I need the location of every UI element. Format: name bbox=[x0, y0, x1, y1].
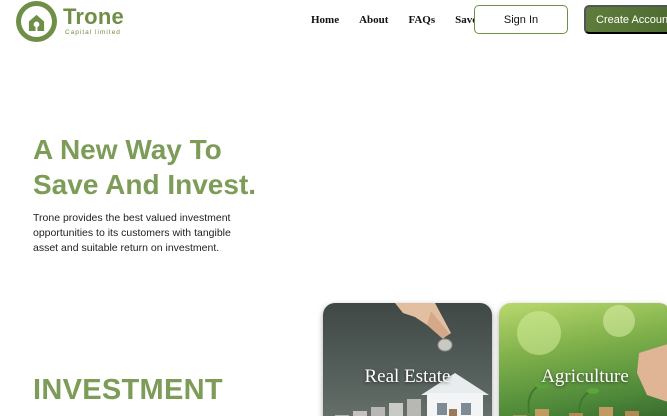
create-account-button[interactable]: Create Account bbox=[584, 5, 667, 34]
nav-home-link[interactable]: Home bbox=[311, 14, 339, 26]
agriculture-label: Agriculture bbox=[541, 366, 629, 387]
investment-heading: INVESTMENT bbox=[33, 374, 223, 406]
agriculture-card[interactable]: Agriculture bbox=[499, 303, 667, 416]
hero-description: Trone provides the best valued investmen… bbox=[33, 212, 231, 254]
hero-title: A New Way To Save And Invest. bbox=[33, 132, 256, 202]
hand-coins-house-image bbox=[335, 303, 489, 416]
nav-about-link[interactable]: About bbox=[359, 14, 388, 26]
plant-coins-image bbox=[513, 305, 667, 416]
logo-icon bbox=[16, 1, 57, 42]
sign-in-button[interactable]: Sign In bbox=[474, 5, 568, 34]
hero-title-line1: A New Way To bbox=[33, 134, 222, 165]
brand-name: Trone bbox=[63, 4, 124, 30]
main-nav: Home About FAQs Save bbox=[311, 14, 497, 26]
nav-faqs-link[interactable]: FAQs bbox=[408, 14, 435, 26]
real-estate-card[interactable]: Real Estate bbox=[323, 303, 492, 416]
brand-logo[interactable]: Trone Capital limited bbox=[16, 1, 124, 42]
real-estate-label: Real Estate bbox=[364, 366, 451, 387]
brand-tagline: Capital limited bbox=[65, 29, 121, 37]
hero-title-line2: Save And Invest. bbox=[33, 169, 257, 200]
